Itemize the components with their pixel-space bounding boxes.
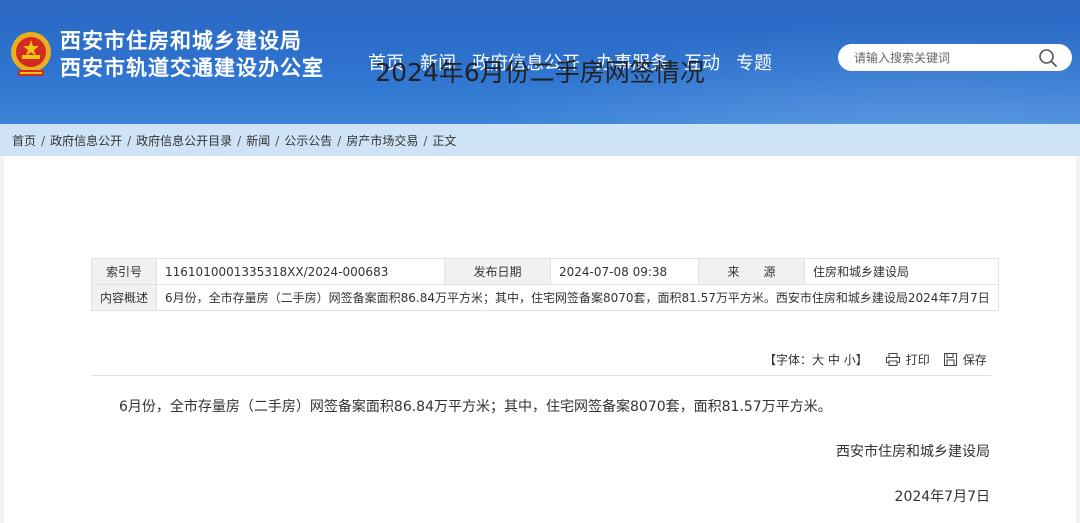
date-label: 发布日期 <box>444 258 552 285</box>
font-size-control: 【字体：大 中 小】 <box>764 351 868 368</box>
font-medium-button[interactable]: 中 <box>828 353 840 367</box>
breadcrumb-bar: 首页 / 政府信息公开 / 政府信息公开目录 / 新闻 / 公示公告 / 房产市场交易 / 正文 <box>0 124 1080 156</box>
breadcrumb-separator: / <box>127 134 132 148</box>
breadcrumb-current: 正文 <box>432 134 457 148</box>
article-date: 2024年7月7日 <box>894 489 990 505</box>
breadcrumb-separator: / <box>337 134 342 148</box>
source-label: 来 源 <box>698 258 806 285</box>
breadcrumb-separator: / <box>41 134 46 148</box>
summary-value: 6月份，全市存量房（二手房）网签备案面积86.84万平方米；其中，住宅网签备案8… <box>156 284 999 311</box>
source-value: 住房和城乡建设局 <box>804 258 999 285</box>
meta-row: 索引号 1161010001335318XX/2024-000683 发布日期 … <box>90 258 999 285</box>
article-signature: 西安市住房和城乡建设局 <box>836 444 990 460</box>
font-small-button[interactable]: 小 <box>844 353 856 367</box>
summary-label: 内容概述 <box>90 284 158 311</box>
breadcrumb-gov-info[interactable]: 政府信息公开 <box>50 134 122 148</box>
font-size-suffix: 】 <box>855 353 868 367</box>
breadcrumb-separator: / <box>237 134 242 148</box>
article-title: 2024年6月份二手房网签情况 <box>375 58 705 87</box>
font-size-prefix: 【字体： <box>764 353 813 367</box>
article-body: 6月份，全市存量房（二手房）网签备案面积86.84万平方米；其中，住宅网签备案8… <box>119 399 832 415</box>
breadcrumb-announcements[interactable]: 公示公告 <box>284 134 332 148</box>
save-button[interactable]: 保存 <box>943 351 987 368</box>
save-label: 保存 <box>962 353 987 367</box>
index-label: 索引号 <box>90 258 158 285</box>
index-value: 1161010001335318XX/2024-000683 <box>156 258 446 285</box>
content-divider <box>91 375 991 376</box>
save-icon <box>943 353 957 366</box>
breadcrumb-separator: / <box>275 134 280 148</box>
breadcrumb-housing-market[interactable]: 房产市场交易 <box>346 134 418 148</box>
breadcrumb: 首页 / 政府信息公开 / 政府信息公开目录 / 新闻 / 公示公告 / 房产市场交易 / 正文 <box>12 132 456 149</box>
font-large-button[interactable]: 大 <box>812 353 824 367</box>
breadcrumb-news[interactable]: 新闻 <box>246 134 270 148</box>
article-meta-table: 索引号 1161010001335318XX/2024-000683 发布日期 … <box>90 258 999 311</box>
content-panel <box>4 156 1076 523</box>
meta-row: 内容概述 6月份，全市存量房（二手房）网签备案面积86.84万平方米；其中，住宅… <box>90 284 999 311</box>
site-title-line1: 西安市住房和城乡建设局 <box>60 29 302 53</box>
printer-icon <box>885 353 900 366</box>
breadcrumb-home[interactable]: 首页 <box>12 134 36 148</box>
breadcrumb-gov-info-catalog[interactable]: 政府信息公开目录 <box>136 134 232 148</box>
article-toolbar: 【字体：大 中 小】 打印 保存 <box>764 351 1001 368</box>
breadcrumb-separator: / <box>423 134 428 148</box>
print-button[interactable]: 打印 <box>885 351 930 368</box>
date-value: 2024-07-08 09:38 <box>550 258 700 285</box>
print-label: 打印 <box>905 353 930 367</box>
